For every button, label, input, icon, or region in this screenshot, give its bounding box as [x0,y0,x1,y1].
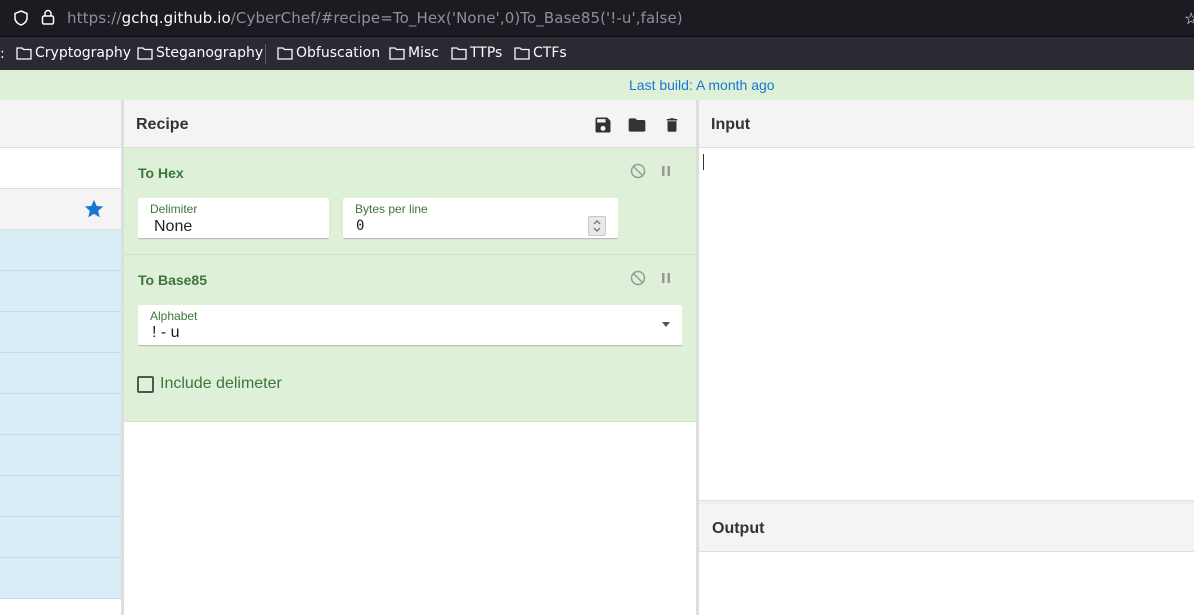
save-recipe-button[interactable] [592,114,614,136]
bookmarks-separator [265,44,266,64]
bookmark-folder-cryptography[interactable]: Cryptography [16,45,131,61]
field-value: ! - u [152,324,180,341]
number-spinner[interactable] [588,216,606,236]
field-label: Delimiter [150,202,198,216]
url-scheme: https:// [67,9,122,27]
delimiter-select[interactable]: Delimiter None [138,198,329,239]
operation-list-item[interactable] [0,353,121,394]
include-delimeter-checkbox[interactable]: Include delimeter [137,375,282,393]
bookmark-folder-steganography[interactable]: Steganography [137,45,263,61]
folder-icon [451,47,467,60]
recipe-panel: Recipe To Hex Delimiter None Bytes per l… [124,100,696,615]
save-icon [595,117,611,133]
bookmark-label: CTFs [533,45,567,61]
field-label: Alphabet [150,309,198,323]
operation-list-item[interactable] [0,394,121,435]
operation-title: To Base85 [138,272,207,288]
operation-to-base85[interactable]: To Base85 Alphabet ! - u Include delimet… [124,255,696,422]
folder-icon [628,118,646,132]
alphabet-select[interactable]: Alphabet ! - u [138,305,682,346]
folder-icon [137,47,153,60]
bookmark-label: Obfuscation [296,45,381,61]
bookmark-label: Cryptography [35,45,132,61]
operation-title: To Hex [138,165,184,181]
pause-icon [662,273,670,283]
recipe-header: Recipe [124,100,696,148]
checkbox-box[interactable] [137,375,154,393]
operations-header [0,100,121,148]
load-recipe-button[interactable] [626,114,648,136]
operation-to-hex[interactable]: To Hex Delimiter None Bytes per line 0 [124,148,696,255]
bookmarks-overflow-edge: : [0,46,5,62]
url-host: gchq.github.io [121,9,231,27]
bookmarks-toolbar: : Cryptography Steganography Obfuscation… [0,37,1194,70]
input-header: Input [699,100,1194,148]
field-value: None [154,218,193,235]
operation-list-item[interactable] [0,476,121,517]
folder-icon [16,47,32,60]
dropdown-caret-icon [662,322,670,327]
last-build-link[interactable]: Last build: A month ago [629,77,775,93]
folder-icon [514,47,530,60]
disable-icon [630,163,646,179]
checkbox-label: Include delimeter [160,375,282,392]
input-textarea[interactable] [699,148,1194,500]
io-panel: Input Output [699,100,1194,615]
operation-list-item[interactable] [0,271,121,312]
bookmark-label: Steganography [156,45,264,61]
recipe-title: Recipe [136,116,189,133]
operation-list-item[interactable] [0,312,121,353]
pause-operation-button[interactable] [657,269,675,287]
build-banner: Last build: A month ago [0,70,1194,101]
bookmark-folder-ctfs[interactable]: CTFs [514,45,567,61]
operations-panel [0,100,121,615]
operation-list-item[interactable] [0,558,121,599]
operations-search[interactable] [0,148,121,189]
output-title: Output [712,520,765,537]
clear-recipe-button[interactable] [661,114,683,136]
bytes-per-line-input[interactable]: Bytes per line 0 [343,198,618,239]
text-cursor [703,154,704,170]
input-title: Input [711,116,751,133]
bookmark-star-icon[interactable]: ☆ [1184,9,1194,29]
pause-operation-button[interactable] [657,162,675,180]
operation-list-item[interactable] [0,517,121,558]
disable-icon [630,270,646,286]
lock-icon[interactable] [40,9,56,25]
folder-icon [277,47,293,60]
bookmark-folder-misc[interactable]: Misc [389,45,439,61]
url-path: /CyberChef/#recipe=To_Hex('None',0)To_Ba… [230,9,683,27]
disable-operation-button[interactable] [629,269,647,287]
operation-list-item[interactable] [0,230,121,271]
folder-icon [389,47,405,60]
bookmark-folder-ttps[interactable]: TTPs [451,45,502,61]
bookmark-folder-obfuscation[interactable]: Obfuscation [277,45,380,61]
star-icon[interactable] [83,198,105,223]
bookmark-label: TTPs [470,45,503,61]
shield-icon[interactable] [13,10,29,26]
url-text[interactable]: https://gchq.github.io/CyberChef/#recipe… [67,9,683,27]
trash-icon [666,118,678,132]
disable-operation-button[interactable] [629,162,647,180]
browser-url-bar[interactable]: https://gchq.github.io/CyberChef/#recipe… [0,0,1194,37]
operation-list-item[interactable] [0,435,121,476]
pause-icon [662,166,670,176]
field-label: Bytes per line [355,202,428,216]
bookmark-label: Misc [408,45,439,61]
field-value: 0 [356,218,365,234]
favourites-category[interactable] [0,189,121,230]
output-header: Output [699,504,1194,552]
